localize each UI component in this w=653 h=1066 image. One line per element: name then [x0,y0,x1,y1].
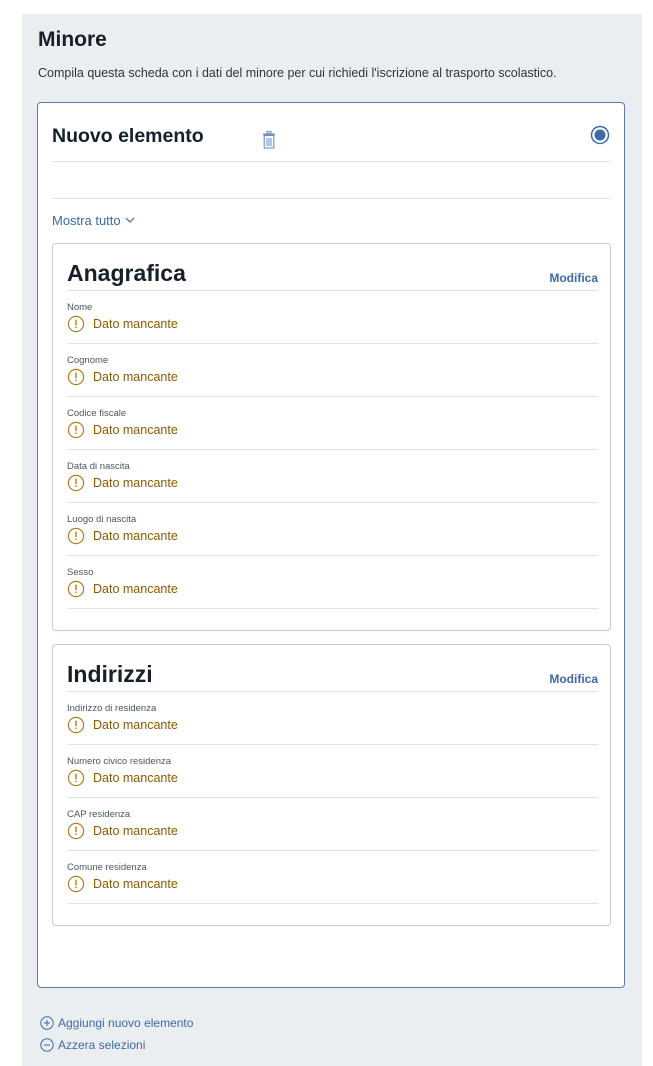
radio-selected-icon[interactable] [590,125,610,145]
field-label: Numero civico residenza [67,756,172,767]
field-label: Nome [67,302,93,313]
field-codice-fiscale: Codice fiscale Dato mancante [67,396,598,450]
panel-title: Indirizzi [67,661,153,687]
missing-data-text: Dato mancante [93,582,178,596]
plus-circle-icon [40,1016,54,1030]
field-value: Dato mancante [67,716,178,734]
element-card: Nuovo elemento Mostra tutto Anagrafica M… [37,102,625,988]
field-cognome: Cognome Dato mancante [67,343,598,397]
edit-anagrafica-link[interactable]: Modifica [549,271,598,285]
field-indirizzo-residenza: Indirizzo di residenza Dato mancante [67,691,598,745]
field-label: Indirizzo di residenza [67,703,157,714]
field-value: Dato mancante [67,580,178,598]
warning-circle-icon [67,875,85,893]
minus-circle-icon [40,1038,54,1052]
missing-data-text: Dato mancante [93,771,178,785]
field-value: Dato mancante [67,368,178,386]
field-label: Codice fiscale [67,408,127,419]
warning-circle-icon [67,580,85,598]
add-element-label: Aggiungi nuovo elemento [58,1016,194,1030]
warning-circle-icon [67,769,85,787]
missing-data-text: Dato mancante [93,718,178,732]
card-title: Nuovo elemento [52,125,204,147]
field-value: Dato mancante [67,875,178,893]
field-cap-residenza: CAP residenza Dato mancante [67,797,598,851]
field-value: Dato mancante [67,474,178,492]
section-description: Compila questa scheda con i dati del min… [38,66,557,80]
field-value: Dato mancante [67,421,178,439]
field-label: Luogo di nascita [67,514,137,525]
missing-data-text: Dato mancante [93,824,178,838]
reset-selection-label: Azzera selezioni [58,1038,146,1052]
field-comune-residenza: Comune residenza Dato mancante [67,850,598,904]
field-luogo-nascita: Luogo di nascita Dato mancante [67,502,598,556]
card-divider [52,198,610,199]
field-numero-civico: Numero civico residenza Dato mancante [67,744,598,798]
edit-indirizzi-link[interactable]: Modifica [549,672,598,686]
panel-title: Anagrafica [67,260,186,286]
card-header: Nuovo elemento [52,123,610,162]
panel-anagrafica: Anagrafica Modifica Nome Dato mancante C… [52,243,611,631]
trash-icon[interactable] [262,131,276,149]
warning-circle-icon [67,716,85,734]
field-value: Dato mancante [67,769,178,787]
warning-circle-icon [67,368,85,386]
field-value: Dato mancante [67,822,178,840]
form-section: Minore Compila questa scheda con i dati … [22,14,642,1066]
section-title: Minore [38,28,107,51]
panel-indirizzi: Indirizzi Modifica Indirizzo di residenz… [52,644,611,926]
missing-data-text: Dato mancante [93,370,178,384]
field-label: Cognome [67,355,109,366]
field-label: Data di nascita [67,461,130,472]
field-label: Sesso [67,567,94,578]
warning-circle-icon [67,822,85,840]
missing-data-text: Dato mancante [93,317,178,331]
missing-data-text: Dato mancante [93,423,178,437]
list-actions: Aggiungi nuovo elemento Azzera selezioni [40,1014,193,1058]
panel-header: Indirizzi Modifica [67,659,598,692]
missing-data-text: Dato mancante [93,529,178,543]
field-sesso: Sesso Dato mancante [67,555,598,609]
field-nome: Nome Dato mancante [67,290,598,344]
warning-circle-icon [67,474,85,492]
reset-selection-button[interactable]: Azzera selezioni [40,1036,193,1054]
show-all-label: Mostra tutto [52,213,121,228]
field-value: Dato mancante [67,315,178,333]
field-data-nascita: Data di nascita Dato mancante [67,449,598,503]
missing-data-text: Dato mancante [93,476,178,490]
warning-circle-icon [67,315,85,333]
field-label: Comune residenza [67,862,147,873]
field-label: CAP residenza [67,809,131,820]
add-element-button[interactable]: Aggiungi nuovo elemento [40,1014,193,1032]
panel-header: Anagrafica Modifica [67,258,598,291]
field-value: Dato mancante [67,527,178,545]
warning-circle-icon [67,421,85,439]
chevron-down-icon [125,217,135,223]
warning-circle-icon [67,527,85,545]
show-all-toggle[interactable]: Mostra tutto [52,213,135,228]
missing-data-text: Dato mancante [93,877,178,891]
